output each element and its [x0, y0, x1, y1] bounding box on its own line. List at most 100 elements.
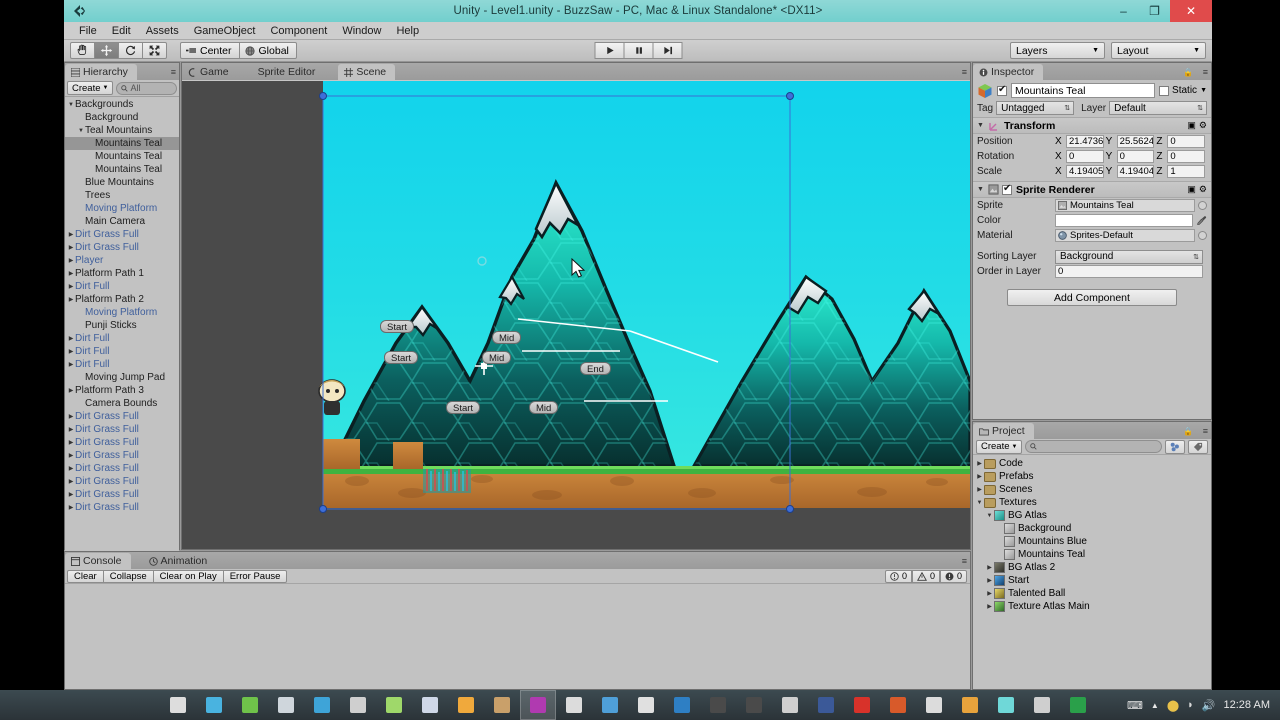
chevron-right-icon[interactable]: ▶	[67, 283, 75, 290]
transform-scale-x-input[interactable]: 4.19405	[1066, 165, 1104, 178]
chevron-right-icon[interactable]: ▶	[975, 473, 984, 480]
panel-menu-icon[interactable]: ≡	[962, 67, 967, 77]
project-search-input[interactable]	[1025, 440, 1162, 453]
add-component-button[interactable]: Add Component	[1007, 289, 1177, 306]
path-node-label[interactable]: End	[580, 362, 611, 375]
project-item[interactable]: Mountains Teal	[973, 548, 1211, 561]
taskbar-book-icon[interactable]	[484, 690, 520, 720]
taskbar-unity-icon[interactable]	[700, 690, 736, 720]
taskbar-start-icon[interactable]	[160, 690, 196, 720]
path-node-label[interactable]: Mid	[492, 331, 522, 344]
console-warning-count[interactable]: 0	[911, 569, 940, 583]
taskbar-fire-icon[interactable]	[880, 690, 916, 720]
project-create-button[interactable]: Create ▼	[976, 439, 1023, 454]
chevron-down-icon[interactable]: ▼	[67, 102, 75, 108]
menu-assets[interactable]: Assets	[139, 24, 186, 38]
path-node-label[interactable]: Start	[384, 351, 419, 364]
rotate-tool-button[interactable]	[118, 42, 143, 59]
hierarchy-create-button[interactable]: Create ▼	[67, 81, 114, 95]
taskbar-scroll-icon[interactable]	[556, 690, 592, 720]
scene-viewport[interactable]: Start Mid Start Mid End Start Mid	[182, 81, 970, 549]
hierarchy-item[interactable]: ▶ Dirt Grass Full	[65, 488, 179, 501]
transform-scale-z-input[interactable]: 1	[1167, 165, 1206, 178]
step-button[interactable]	[652, 42, 683, 59]
console-clear-button[interactable]: Clear	[67, 569, 104, 583]
path-node-label[interactable]: Mid	[529, 401, 559, 414]
lock-icon[interactable]: 🔒	[1183, 68, 1193, 77]
chevron-right-icon[interactable]: ▶	[67, 231, 75, 238]
chevron-down-icon[interactable]: ▼	[1200, 87, 1207, 94]
console-clear-on-play-button[interactable]: Clear on Play	[152, 569, 224, 583]
hierarchy-item[interactable]: ▶ Dirt Grass Full	[65, 241, 179, 254]
project-item[interactable]: ▶ Prefabs	[973, 470, 1211, 483]
taskbar-filezilla-icon[interactable]	[844, 690, 880, 720]
path-node-label[interactable]: Mid	[482, 351, 512, 364]
chevron-right-icon[interactable]: ▶	[67, 491, 75, 498]
chevron-right-icon[interactable]: ▶	[67, 387, 75, 394]
hierarchy-item[interactable]: ▶ Dirt Grass Full	[65, 436, 179, 449]
taskbar-code-icon[interactable]	[592, 690, 628, 720]
chevron-right-icon[interactable]: ▶	[985, 564, 994, 571]
tab-console[interactable]: Console	[65, 553, 131, 569]
taskbar-unity-icon-2[interactable]	[736, 690, 772, 720]
volume-icon[interactable]: 🔊	[1202, 699, 1216, 712]
console-info-count[interactable]: 0	[884, 569, 912, 583]
chevron-right-icon[interactable]: ▶	[67, 504, 75, 511]
gameobject-enabled-checkbox[interactable]	[997, 84, 1007, 96]
project-item[interactable]: Mountains Blue	[973, 535, 1211, 548]
transform-rotation-z-input[interactable]: 0	[1167, 150, 1206, 163]
transform-component-header[interactable]: ▼ Transform ▣ ⚙	[973, 117, 1211, 134]
transform-rotation-y-input[interactable]: 0	[1116, 150, 1155, 163]
project-item[interactable]: ▼ Textures	[973, 496, 1211, 509]
chevron-right-icon[interactable]: ▶	[975, 460, 984, 467]
taskbar-folder-green-icon[interactable]	[232, 690, 268, 720]
chevron-down-icon[interactable]: ▼	[77, 128, 85, 134]
help-icon[interactable]: ▣	[1187, 184, 1196, 195]
project-filter-label-button[interactable]	[1188, 439, 1208, 454]
collapse-triangle-icon[interactable]: ▼	[977, 186, 984, 193]
console-message-list[interactable]	[65, 584, 970, 688]
project-item[interactable]: ▼ BG Atlas	[973, 509, 1211, 522]
sprite-object-field[interactable]: Mountains Teal	[1055, 199, 1195, 212]
material-object-field[interactable]: Sprites-Default	[1055, 229, 1195, 242]
hierarchy-item[interactable]: Trees	[65, 189, 179, 202]
chevron-right-icon[interactable]: ▶	[67, 335, 75, 342]
hierarchy-item[interactable]: ▶ Dirt Full	[65, 358, 179, 371]
taskbar-hammer-icon[interactable]	[340, 690, 376, 720]
static-checkbox[interactable]	[1159, 85, 1170, 96]
chevron-right-icon[interactable]: ▶	[985, 577, 994, 584]
hierarchy-item[interactable]: ▼ Backgrounds	[65, 98, 179, 111]
menu-help[interactable]: Help	[389, 24, 426, 38]
gear-icon[interactable]: ⚙	[1199, 120, 1207, 131]
chevron-right-icon[interactable]: ▶	[67, 413, 75, 420]
pivot-rotation-button[interactable]: Global	[239, 42, 297, 59]
sprite-renderer-component-header[interactable]: ▼ Sprite Renderer ▣ ⚙	[973, 181, 1211, 198]
hierarchy-item[interactable]: ▶ Dirt Grass Full	[65, 423, 179, 436]
taskbar-facebook-icon[interactable]	[808, 690, 844, 720]
chevron-down-icon[interactable]: ▼	[975, 500, 984, 506]
order-in-layer-input[interactable]: 0	[1055, 265, 1203, 278]
layer-dropdown[interactable]: Default ⇅	[1109, 101, 1207, 115]
color-swatch-field[interactable]	[1055, 214, 1193, 227]
hierarchy-item[interactable]: Punji Sticks	[65, 319, 179, 332]
hierarchy-item[interactable]: ▶ Platform Path 2	[65, 293, 179, 306]
hand-tool-button[interactable]	[70, 42, 95, 59]
chevron-up-icon[interactable]: ▲	[1151, 701, 1159, 710]
taskbar-cube-icon[interactable]	[772, 690, 808, 720]
collapse-triangle-icon[interactable]: ▼	[977, 122, 984, 129]
taskbar-photoshop-icon[interactable]	[664, 690, 700, 720]
hierarchy-item[interactable]: Mountains Teal	[65, 163, 179, 176]
transform-position-x-input[interactable]: 21.4736	[1066, 135, 1104, 148]
transform-position-z-input[interactable]: 0	[1167, 135, 1206, 148]
transform-rotation-x-input[interactable]: 0	[1066, 150, 1104, 163]
panel-menu-icon[interactable]: ≡	[171, 67, 176, 77]
move-tool-button[interactable]	[94, 42, 119, 59]
project-item[interactable]: ▶ Scenes	[973, 483, 1211, 496]
tab-animation[interactable]: Animation	[143, 553, 217, 569]
hierarchy-item[interactable]: ▶ Dirt Grass Full	[65, 449, 179, 462]
taskbar-paint-icon[interactable]	[412, 690, 448, 720]
hierarchy-item[interactable]: ▶ Platform Path 1	[65, 267, 179, 280]
menu-file[interactable]: File	[72, 24, 104, 38]
project-item[interactable]: ▶ Code	[973, 457, 1211, 470]
tab-sprite-editor[interactable]: Sprite Editor	[252, 64, 325, 80]
